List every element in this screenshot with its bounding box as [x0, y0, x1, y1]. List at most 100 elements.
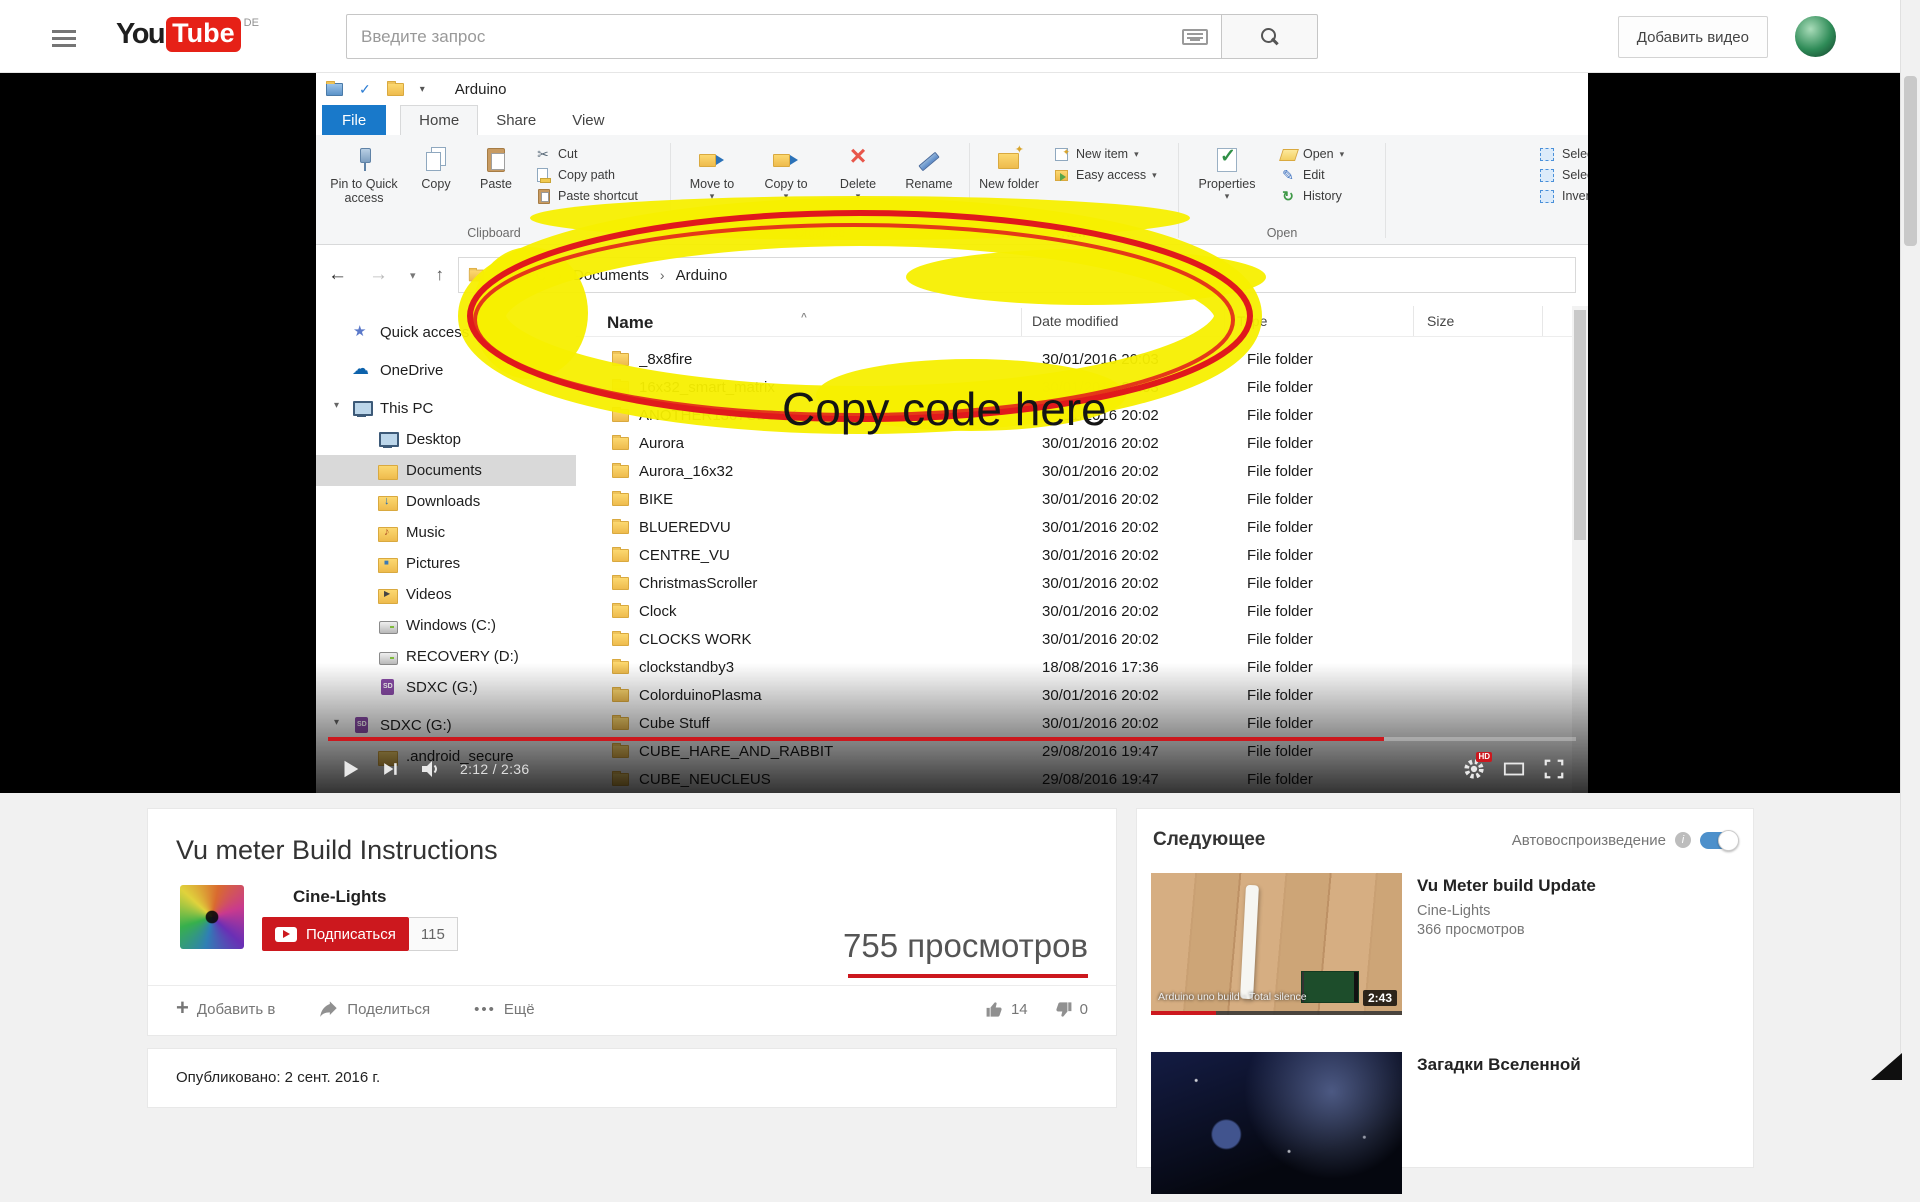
- folder-icon: [612, 549, 629, 562]
- menu-icon[interactable]: [52, 30, 76, 33]
- thumb-down-icon: [1054, 1000, 1073, 1019]
- ribbon-group-open: Properties Open ✎Edit ↻History Open: [1183, 137, 1381, 244]
- search-input[interactable]: [346, 14, 1222, 59]
- breadcrumb-separator-icon: [651, 267, 674, 283]
- dislike-button[interactable]: 0: [1054, 1000, 1088, 1019]
- info-icon[interactable]: [1675, 832, 1691, 848]
- upnext-video-2[interactable]: Загадки Вселенной: [1137, 1044, 1753, 1202]
- file-date-modified: 30/01/2016 20:02: [1032, 547, 1235, 564]
- file-type: File folder: [1235, 519, 1424, 536]
- select-none-icon: [1538, 167, 1556, 183]
- file-date-modified: 30/01/2016 20:02: [1032, 519, 1235, 536]
- theater-mode-button[interactable]: [1494, 751, 1534, 787]
- scissors-icon: ✂: [534, 146, 552, 162]
- duration-badge: 2:43: [1363, 990, 1397, 1006]
- upnext-video-1[interactable]: Arduino uno build - Total silence 2:43 V…: [1137, 865, 1753, 1023]
- group-label-open: Open: [1183, 224, 1381, 244]
- nav-desktop: Desktop: [316, 424, 576, 455]
- channel-avatar[interactable]: [180, 885, 244, 949]
- file-row: BLUEREDVU 30/01/2016 20:02 File folder: [576, 513, 1572, 541]
- page-scrollbar[interactable]: [1900, 0, 1920, 1080]
- select-all-icon: [1538, 146, 1556, 162]
- keyboard-icon[interactable]: [1182, 29, 1208, 45]
- file-row: Clock 30/01/2016 20:02 File folder: [576, 597, 1572, 625]
- video-player-surface[interactable]: ✓ ▾ Arduino File Home Share View Pin to …: [316, 73, 1588, 793]
- cloud-icon: [352, 362, 372, 379]
- search-icon: [1261, 28, 1279, 46]
- file-type: File folder: [1235, 547, 1424, 564]
- view-count: 755 просмотров: [843, 927, 1088, 965]
- file-date-modified: 30/01/2016 20:02: [1032, 407, 1235, 424]
- subscriber-count[interactable]: 115: [409, 917, 458, 951]
- channel-name[interactable]: Cine-Lights: [262, 887, 708, 907]
- file-date-modified: 30/01/2016 20:02: [1032, 575, 1235, 592]
- play-button[interactable]: [330, 751, 370, 787]
- file-date-modified: 30/01/2016 20:03: [1032, 351, 1235, 368]
- copy-path-button: Copy path: [534, 167, 662, 183]
- pin-to-quick-access-button: Pin to Quick access: [322, 142, 406, 206]
- like-button[interactable]: 14: [985, 1000, 1028, 1019]
- quick-toolbar-check-icon: ✓: [359, 81, 371, 98]
- autoplay-toggle[interactable]: [1700, 832, 1737, 849]
- user-avatar[interactable]: [1795, 16, 1836, 57]
- file-name: CLOCKS WORK: [639, 631, 1032, 648]
- search-button[interactable]: [1221, 14, 1318, 59]
- scrollbar-thumb[interactable]: [1904, 76, 1917, 246]
- ribbon-group-select: Select all Select none Invert selection …: [1530, 137, 1588, 244]
- volume-icon: [418, 757, 442, 781]
- video-thumbnail: Arduino uno build - Total silence 2:43: [1151, 873, 1402, 1015]
- folder-icon: [612, 381, 629, 394]
- rename-icon: [914, 144, 944, 174]
- plus-icon: [176, 999, 189, 1019]
- tab-share: Share: [478, 105, 554, 135]
- volume-button[interactable]: [410, 751, 450, 787]
- next-button[interactable]: [370, 751, 410, 787]
- upnext-video-channel: Cine-Lights: [1417, 903, 1596, 919]
- file-row: CLOCKS WORK 30/01/2016 20:02 File folder: [576, 625, 1572, 653]
- folder-icon: [612, 493, 629, 506]
- file-type: File folder: [1235, 631, 1424, 648]
- share-icon: [319, 999, 339, 1019]
- youtube-logo[interactable]: You Tube DE: [116, 17, 259, 52]
- move-to-button: Move to: [675, 142, 749, 202]
- time-display: 2:12 / 2:36: [460, 761, 529, 777]
- properties-button: Properties: [1183, 142, 1271, 202]
- tab-home: Home: [400, 105, 478, 135]
- add-to-button[interactable]: Добавить в: [176, 999, 275, 1019]
- channel-row: Cine-Lights Подписаться 115: [180, 885, 708, 951]
- ribbon-tabs: File Home Share View: [316, 105, 1588, 135]
- ribbon-group-new: New folder New item Easy access New: [974, 137, 1174, 244]
- column-header-size: Size: [1414, 306, 1543, 336]
- pin-icon: [349, 144, 379, 174]
- file-date-modified: 30/01/2016 20:02: [1032, 463, 1235, 480]
- thumbnail-caption: Arduino uno build - Total silence: [1158, 991, 1307, 1003]
- file-name: Aurora_16x32: [639, 463, 1032, 480]
- upload-video-button[interactable]: Добавить видео: [1618, 16, 1768, 58]
- nav-this-pc: This PC: [316, 392, 576, 424]
- player-controls: 2:12 / 2:36 HD: [316, 745, 1588, 793]
- watched-progress-bar: [1151, 1011, 1402, 1015]
- nav-music: Music: [316, 517, 576, 548]
- subscribe-button[interactable]: Подписаться: [262, 917, 409, 951]
- fullscreen-button[interactable]: [1534, 751, 1574, 787]
- settings-button[interactable]: HD: [1454, 751, 1494, 787]
- copy-icon: [421, 144, 451, 174]
- watched-progress-fill: [1151, 1011, 1216, 1015]
- view-count-block: 755 просмотров: [843, 927, 1088, 978]
- breadcrumb-separator-icon: [548, 267, 571, 283]
- play-icon: [339, 758, 361, 780]
- more-button[interactable]: Ещё: [474, 1001, 534, 1018]
- cut-button: ✂Cut: [534, 146, 662, 162]
- logo-text-tube: Tube: [166, 17, 241, 52]
- share-button[interactable]: Поделиться: [319, 999, 430, 1019]
- logo-text-you: You: [116, 18, 164, 51]
- more-dots-icon: [474, 1001, 496, 1018]
- sort-ascending-icon: ^: [801, 308, 807, 333]
- drive-icon: [378, 617, 398, 634]
- fullscreen-icon: [1543, 758, 1565, 780]
- player-progress-bar[interactable]: [328, 737, 1576, 741]
- paste-button: Paste: [466, 142, 526, 191]
- up-arrow-icon: ↑: [436, 265, 445, 285]
- folder-icon: [612, 409, 629, 422]
- group-label-organise: Organise: [675, 224, 965, 244]
